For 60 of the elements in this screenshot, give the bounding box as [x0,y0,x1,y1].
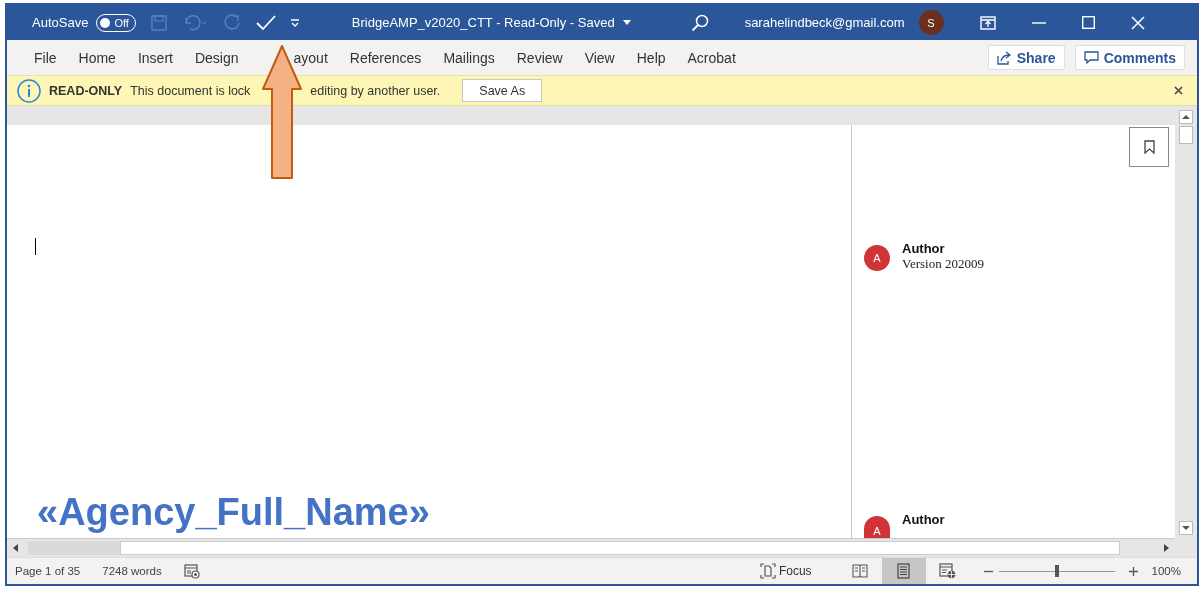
close-icon[interactable] [1174,86,1183,95]
ribbon-display-icon[interactable] [979,15,996,30]
focus-button[interactable]: Focus [753,562,818,580]
comment-author: Author [902,241,946,256]
message-title: READ-ONLY [49,83,123,98]
autosave-label: AutoSave [32,15,89,30]
ribbon-tab[interactable]: Insert [126,45,184,70]
caret-icon[interactable] [622,20,631,25]
vertical-scrollbar[interactable] [1175,106,1197,557]
ribbon-tab[interactable]: Design [183,45,250,70]
comments-button[interactable]: Comments [1074,45,1185,70]
scroll-down-icon[interactable] [1179,521,1193,535]
web-page-icon [939,563,957,579]
zoom-slider[interactable] [998,564,1115,578]
ribbon-tab[interactable]: ayout [293,45,339,70]
book-icon [851,564,868,578]
zoom-in-icon[interactable] [1128,566,1138,576]
share-icon [996,50,1012,65]
ribbon-tab[interactable]: Acrobat [676,45,747,70]
document-page[interactable]: «Agency_Full_Name» [7,125,852,538]
focus-icon [759,563,776,579]
user-avatar[interactable]: S [918,10,944,35]
ribbon-tab[interactable]: View [573,45,626,70]
maximize-icon[interactable] [1081,16,1095,29]
comment-avatar: A [864,245,890,271]
text-cursor [35,238,36,255]
search-icon[interactable] [690,13,709,32]
horizontal-scrollbar[interactable] [7,538,1175,557]
ribbon-tab[interactable]: Mailings [432,45,506,70]
print-layout-button[interactable] [881,558,926,584]
macro-recording-icon[interactable] [183,563,200,579]
message-text: editing by another user. [310,83,441,98]
ribbon-tab[interactable]: File [23,45,68,70]
scroll-up-icon[interactable] [1179,110,1193,124]
comment-icon [1083,50,1099,65]
comment-avatar: A [864,516,890,538]
info-icon [17,78,41,103]
zoom-level[interactable]: 100% [1151,565,1181,577]
ribbon-tab[interactable]: Home [67,45,127,70]
customize-icon[interactable] [289,17,300,28]
comment-text: Version 202009 [902,256,984,272]
account-email[interactable]: sarahelindbeck@gmail.com [744,15,905,30]
document-title[interactable]: BridgeAMP_v2020_CTT - Read-Only - Saved [351,15,615,30]
ribbon-tab[interactable]: Help [625,45,677,70]
minimize-icon[interactable] [1031,21,1046,24]
message-text: This document is lock [130,83,251,98]
checkmark-icon[interactable] [255,14,276,31]
page-icon [897,563,911,579]
word-count[interactable]: 7248 words [102,565,162,577]
save-as-button[interactable]: Save As [462,79,543,102]
comment-author: Author [902,512,945,527]
page-count[interactable]: Page 1 of 35 [15,565,81,577]
zoom-slider-thumb[interactable] [1054,565,1059,577]
bookmark-callout[interactable] [1129,127,1169,167]
ribbon-tab[interactable]: References [338,45,433,70]
share-button[interactable]: Share [987,45,1065,70]
scroll-thumb[interactable] [1179,126,1193,144]
ribbon-tab[interactable]: Review [505,45,574,70]
merge-field: «Agency_Full_Name» [37,491,851,534]
bookmark-icon [1143,140,1155,154]
